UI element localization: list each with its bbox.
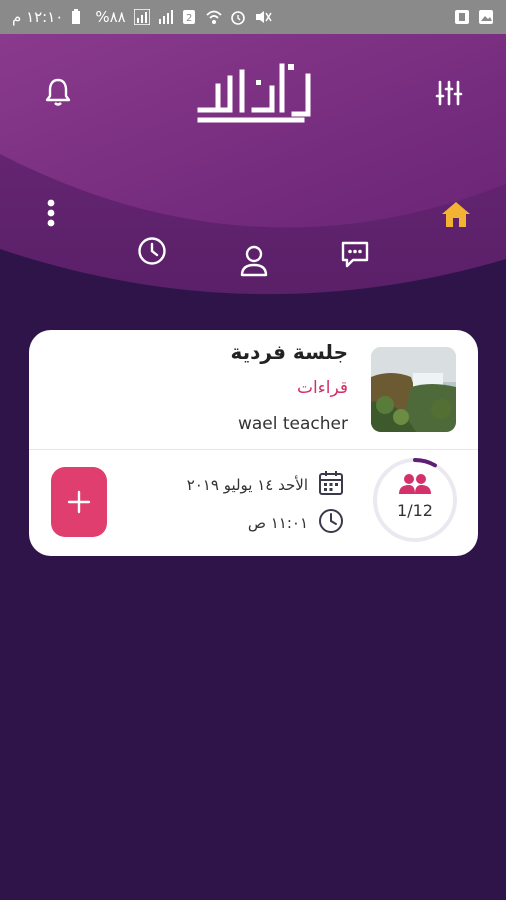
alarm-icon: [230, 9, 246, 25]
status-left: ١٢:١٠ م %٨٨ 2: [12, 8, 272, 26]
app-logo: [190, 58, 316, 130]
status-right: [454, 9, 494, 25]
bell-icon[interactable]: [42, 76, 74, 112]
join-session-button[interactable]: [51, 467, 107, 537]
attendance-progress: 1/12: [372, 457, 458, 543]
session-card[interactable]: جلسة فردية قراءات wael teacher 1/12 الأح…: [29, 330, 478, 556]
home-icon[interactable]: [440, 198, 472, 234]
status-bar: ١٢:١٠ م %٨٨ 2: [0, 0, 506, 34]
session-time-row: ١١:٠١ ص: [248, 508, 344, 538]
attendance-progress-arc: [413, 458, 437, 468]
battery-level: %٨٨: [95, 8, 126, 26]
more-vertical-icon[interactable]: [44, 198, 58, 234]
mute-icon: [254, 9, 272, 25]
session-category: قراءات: [297, 378, 348, 398]
sliders-icon[interactable]: [434, 78, 464, 112]
wifi-icon: [206, 9, 222, 25]
gallery-icon: [478, 9, 494, 25]
status-time: ١٢:١٠ م: [12, 8, 64, 26]
svg-text:2: 2: [186, 13, 192, 24]
screenshot-icon: [454, 9, 470, 25]
session-title: جلسة فردية: [230, 340, 348, 364]
signal-icon: [132, 8, 151, 26]
session-date: الأحد ١٤ يوليو ٢٠١٩: [186, 476, 308, 494]
session-time: ١١:٠١ ص: [247, 514, 308, 532]
chat-icon[interactable]: [339, 238, 371, 274]
card-divider: [29, 449, 478, 450]
sim-icon: 2: [182, 9, 198, 25]
signal-icon-2: [158, 9, 174, 25]
calendar-icon: [318, 470, 344, 500]
session-date-row: الأحد ١٤ يوليو ٢٠١٩: [187, 470, 344, 500]
clock-icon[interactable]: [137, 236, 167, 270]
battery-icon: [71, 9, 87, 25]
time-clock-icon: [318, 508, 344, 538]
session-thumbnail: [371, 347, 456, 432]
people-icon: [398, 473, 432, 499]
teacher-name: wael teacher: [237, 414, 348, 434]
plus-icon: [67, 490, 91, 514]
attendance-count: 1/12: [397, 501, 433, 520]
user-icon[interactable]: [238, 244, 270, 282]
